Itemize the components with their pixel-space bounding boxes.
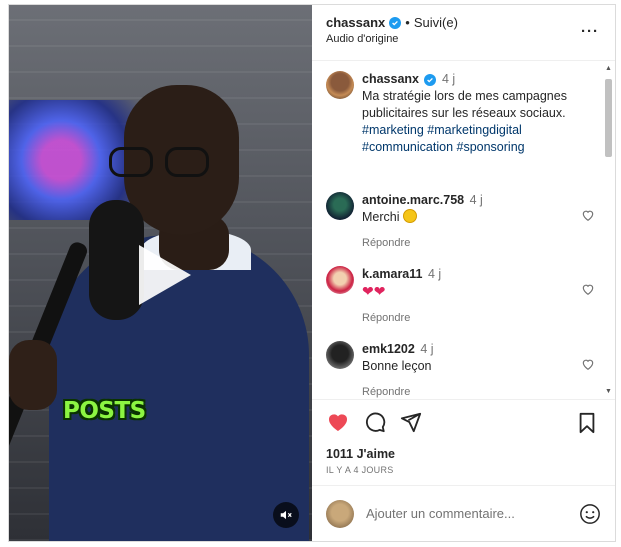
person-hand — [9, 340, 57, 410]
reply-button[interactable]: Répondre — [362, 384, 434, 399]
red-heart-icon: ❤ — [373, 283, 386, 299]
video-caption: POSTS — [63, 398, 146, 424]
caption-hashtags-2[interactable]: #communication #sponsoring — [362, 139, 592, 156]
comment-time[interactable]: 4 j — [470, 193, 483, 207]
share-icon — [400, 412, 422, 433]
comment-button[interactable] — [364, 411, 386, 436]
scroll-thumb[interactable] — [605, 79, 612, 157]
add-comment-bar — [312, 485, 615, 541]
comment-username[interactable]: k.amara11 — [362, 267, 422, 281]
like-button[interactable] — [326, 410, 350, 437]
scroll-down-icon[interactable]: ▼ — [605, 388, 612, 395]
commenter-avatar[interactable] — [326, 266, 354, 294]
comment-item: k.amara11 4 j ❤❤ Répondre — [326, 266, 601, 327]
comments-scrollbar[interactable]: ▲ ▼ — [603, 65, 613, 395]
comment-item: antoine.marc.758 4 j Merchi Répondre — [326, 192, 601, 252]
commenter-avatar[interactable] — [326, 341, 354, 369]
comment-item: emk1202 4 j Bonne leçon Répondre — [326, 341, 601, 399]
play-icon[interactable] — [139, 245, 191, 305]
reply-button[interactable]: Répondre — [362, 310, 441, 327]
comment-like-icon[interactable] — [581, 208, 595, 222]
verified-icon — [389, 16, 402, 29]
smiling-face-icon — [403, 209, 417, 223]
save-button[interactable] — [577, 412, 597, 437]
audio-link[interactable]: Audio d'origine — [326, 33, 601, 45]
microphone — [89, 200, 144, 320]
post-modal: POSTS chassanx • Suivi(e) Audio d'origin… — [8, 4, 616, 542]
post-header: chassanx • Suivi(e) Audio d'origine ··· — [312, 5, 615, 61]
commenter-avatar[interactable] — [326, 192, 354, 220]
comment-username[interactable]: antoine.marc.758 — [362, 193, 464, 207]
comment-username[interactable]: emk1202 — [362, 342, 415, 356]
author-username[interactable]: chassanx — [326, 15, 385, 30]
red-heart-icon: ❤ — [362, 283, 374, 299]
author-avatar[interactable] — [326, 71, 354, 99]
like-icon — [328, 414, 348, 431]
caption-time[interactable]: 4 j — [442, 72, 455, 86]
likes-count[interactable]: 1011 J'aime — [326, 447, 601, 461]
share-button[interactable] — [400, 411, 422, 436]
caption-username[interactable]: chassanx — [362, 72, 419, 86]
post-caption: chassanx 4 j Ma stratégie lors de mes ca… — [326, 71, 601, 156]
follow-button[interactable]: Suivi(e) — [414, 15, 458, 30]
comment-time[interactable]: 4 j — [420, 342, 433, 356]
comment-like-icon[interactable] — [581, 357, 595, 371]
caption-text: Ma stratégie lors de mes campagnes publi… — [362, 89, 567, 120]
verified-icon — [424, 74, 437, 86]
comment-icon — [366, 412, 386, 433]
comment-text: Merchi — [362, 210, 400, 224]
post-time[interactable]: IL Y A 4 JOURS — [326, 465, 601, 475]
mute-icon — [280, 510, 292, 520]
comments-list: ▲ ▼ chassanx 4 j Ma stratégie lors de me… — [312, 61, 615, 399]
comment-text: Bonne leçon — [362, 359, 432, 373]
comment-like-icon[interactable] — [581, 282, 595, 296]
more-icon[interactable]: ··· — [581, 23, 599, 40]
video-player[interactable]: POSTS — [9, 5, 312, 541]
comment-time[interactable]: 4 j — [428, 267, 441, 281]
side-panel: chassanx • Suivi(e) Audio d'origine ··· … — [312, 5, 615, 541]
comment-input[interactable] — [366, 506, 567, 521]
follow-separator: • — [405, 15, 410, 30]
scroll-up-icon[interactable]: ▲ — [605, 65, 612, 72]
current-user-avatar — [326, 499, 354, 528]
mute-button[interactable] — [273, 502, 299, 528]
emoji-icon[interactable] — [579, 503, 601, 525]
caption-hashtags-1[interactable]: #marketing #marketingdigital — [362, 122, 592, 139]
post-actions: 1011 J'aime IL Y A 4 JOURS — [312, 399, 615, 485]
reply-button[interactable]: Répondre — [362, 235, 483, 252]
glasses — [109, 147, 229, 181]
save-icon — [579, 412, 595, 434]
